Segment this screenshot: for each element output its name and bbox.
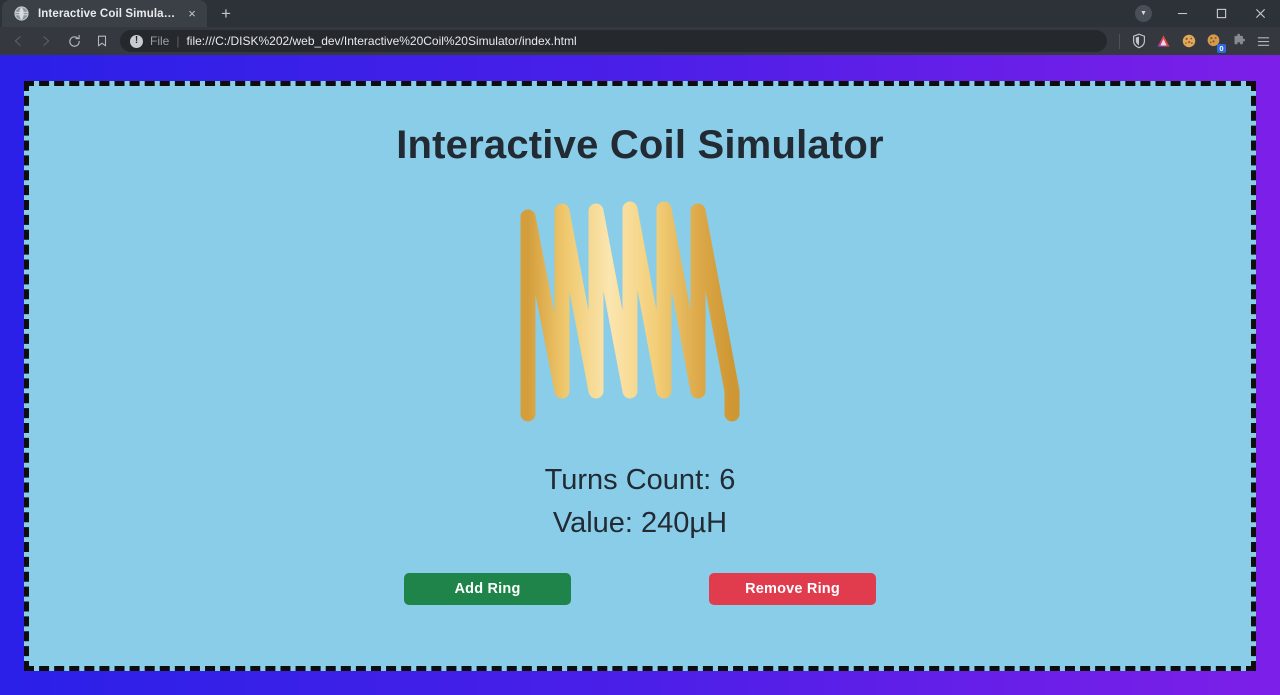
brave-shields-icon[interactable] — [1126, 29, 1151, 54]
window-controls: ▼ — [1124, 0, 1280, 27]
menu-hamburger-icon[interactable] — [1251, 29, 1276, 54]
tab-close-icon[interactable]: × — [183, 5, 201, 23]
simulator-container: Interactive Coil Simulator Turns Count: … — [24, 81, 1256, 671]
cookie-badge-count: 0 — [1217, 43, 1226, 53]
toolbar-actions: 0 — [1113, 29, 1276, 54]
url-text: file:///C:/DISK%202/web_dev/Interactive%… — [186, 34, 577, 48]
minimize-button[interactable] — [1163, 0, 1202, 27]
reload-icon[interactable] — [60, 27, 88, 55]
chevron-down-icon: ▼ — [1135, 5, 1152, 22]
maximize-button[interactable] — [1202, 0, 1241, 27]
cookie-icon[interactable] — [1176, 29, 1201, 54]
tab-strip: Interactive Coil Simulator × + ▼ — [0, 0, 1280, 27]
close-button[interactable] — [1241, 0, 1280, 27]
browser-toolbar: ! File | file:///C:/DISK%202/web_dev/Int… — [0, 27, 1280, 55]
profile-button[interactable]: ▼ — [1124, 0, 1163, 27]
extensions-puzzle-icon[interactable] — [1226, 29, 1251, 54]
coil-readouts: Turns Count: 6 Value: 240µH — [545, 459, 736, 544]
browser-window: Interactive Coil Simulator × + ▼ ! File … — [0, 0, 1280, 695]
url-scheme-label: File — [150, 34, 170, 48]
cookie-blocked-icon[interactable]: 0 — [1201, 29, 1226, 54]
new-tab-button[interactable]: + — [213, 0, 239, 26]
tab-title: Interactive Coil Simulator — [38, 7, 179, 20]
add-ring-button[interactable]: Add Ring — [404, 573, 571, 606]
remove-ring-button[interactable]: Remove Ring — [709, 573, 876, 606]
page-viewport: Interactive Coil Simulator Turns Count: … — [0, 55, 1280, 695]
coil-graphic — [29, 199, 1251, 439]
control-buttons: Add Ring Remove Ring — [29, 573, 1251, 606]
site-info-icon[interactable]: ! — [130, 34, 143, 48]
globe-icon — [14, 6, 29, 21]
back-icon[interactable] — [4, 27, 32, 55]
url-separator: | — [176, 34, 180, 48]
address-bar[interactable]: ! File | file:///C:/DISK%202/web_dev/Int… — [120, 30, 1107, 52]
turns-count-label: Turns Count: 6 — [544, 464, 736, 496]
bookmark-icon[interactable] — [88, 27, 116, 55]
page-title: Interactive Coil Simulator — [396, 123, 884, 167]
forward-icon[interactable] — [32, 27, 60, 55]
toolbar-divider — [1119, 33, 1120, 49]
inductance-value-label: Value: 240µH — [552, 506, 728, 539]
coil-svg — [520, 201, 740, 422]
browser-tab[interactable]: Interactive Coil Simulator × — [2, 0, 207, 27]
brave-rewards-icon[interactable] — [1151, 29, 1176, 54]
